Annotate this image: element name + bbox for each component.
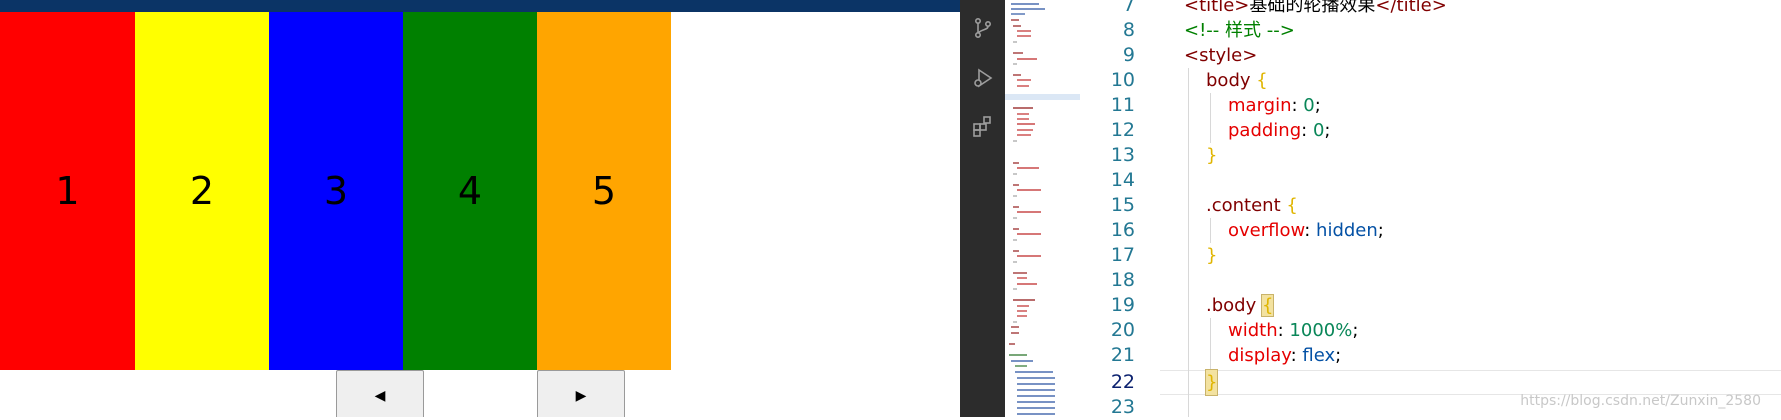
- indent-guide: [1210, 93, 1211, 143]
- carousel-slide-5: 5: [537, 12, 671, 370]
- line-number: 20: [1110, 319, 1135, 341]
- css-property: margin: [1228, 95, 1292, 116]
- code-line-11: margin: 0;: [1228, 95, 1321, 116]
- line-number: 21: [1110, 344, 1135, 366]
- carousel-slide-3: 3: [269, 12, 403, 370]
- css-property: overflow: [1228, 220, 1305, 241]
- line-number: 19: [1110, 294, 1135, 316]
- code-line-21: display: flex;: [1228, 345, 1342, 366]
- line-number: 9: [1122, 44, 1135, 66]
- open-brace: {: [1260, 294, 1275, 317]
- css-value: 0: [1303, 95, 1315, 116]
- css-property: padding: [1228, 120, 1302, 141]
- tag-close: </title>: [1375, 0, 1447, 16]
- minimap[interactable]: [1005, 0, 1080, 417]
- activity-bar: [960, 0, 1005, 417]
- css-value: flex: [1302, 345, 1336, 366]
- next-button[interactable]: ▶: [537, 370, 625, 417]
- code-line-8: <!-- 样式 -->: [1184, 20, 1295, 41]
- minimap-code-preview: [1005, 3, 1080, 415]
- extensions-icon[interactable]: [971, 114, 995, 138]
- line-number: 7: [1122, 0, 1135, 16]
- indent-guide: [1188, 68, 1189, 417]
- open-brace: {: [1256, 70, 1268, 91]
- browser-preview: 1 2 3 4 5 ◀ ▶: [0, 0, 960, 417]
- watermark-text: https://blog.csdn.net/Zunxin_2580: [1520, 393, 1761, 409]
- code-line-16: overflow: hidden;: [1228, 220, 1384, 241]
- code-line-15: .content {: [1206, 193, 1298, 218]
- css-selector: body: [1206, 70, 1251, 91]
- line-number: 15: [1110, 194, 1135, 216]
- code-line-22: }: [1204, 369, 1219, 396]
- css-property: width: [1228, 320, 1278, 341]
- code-line-20: width: 1000%;: [1228, 320, 1359, 341]
- code-line-7: <title>基础的轮播效果</title>: [1184, 0, 1447, 18]
- line-number: 18: [1110, 269, 1135, 291]
- line-number: 14: [1110, 169, 1135, 191]
- css-property: display: [1228, 345, 1291, 366]
- line-number: 11: [1110, 94, 1135, 116]
- css-selector: .body: [1206, 295, 1257, 316]
- line-number: 23: [1110, 396, 1135, 418]
- code-line-9: <style>: [1184, 45, 1258, 66]
- indent-guide: [1210, 218, 1211, 243]
- line-number-gutter: 7 8 9 10 11 12 13 14 15 16 17 18 19 20 2…: [1080, 0, 1160, 418]
- carousel-slide-4: 4: [403, 12, 537, 370]
- current-line-highlight: [1160, 370, 1781, 395]
- code-editor[interactable]: <title>基础的轮播效果</title> <!-- 样式 --> <styl…: [1160, 0, 1781, 417]
- line-number: 13: [1110, 144, 1135, 166]
- line-number: 12: [1110, 119, 1135, 141]
- browser-top-bar: [0, 0, 960, 12]
- line-number: 10: [1110, 69, 1135, 91]
- carousel-track: 1 2 3 4 5: [0, 12, 671, 370]
- carousel-slide-2: 2: [135, 12, 269, 370]
- prev-button[interactable]: ◀: [336, 370, 424, 417]
- title-text: 基础的轮播效果: [1249, 0, 1376, 16]
- source-control-icon[interactable]: [971, 16, 995, 40]
- css-value: 0: [1312, 120, 1325, 141]
- line-number: 16: [1110, 219, 1135, 241]
- line-number: 17: [1110, 244, 1135, 266]
- code-line-17: }: [1206, 245, 1218, 266]
- css-selector: .content: [1206, 195, 1281, 216]
- code-line-19: .body {: [1206, 293, 1275, 318]
- tag-open: <title>: [1184, 0, 1250, 16]
- code-line-12: padding: 0;: [1228, 120, 1331, 141]
- css-value: 1000%: [1289, 320, 1353, 341]
- carousel-slide-1: 1: [0, 12, 135, 370]
- code-line-13: }: [1206, 145, 1218, 166]
- code-line-10: body {: [1206, 68, 1268, 93]
- line-number-current: 22: [1110, 371, 1135, 393]
- css-value: hidden: [1316, 220, 1378, 241]
- line-number: 8: [1122, 19, 1135, 41]
- run-debug-icon[interactable]: [971, 66, 995, 90]
- open-brace: {: [1286, 195, 1298, 216]
